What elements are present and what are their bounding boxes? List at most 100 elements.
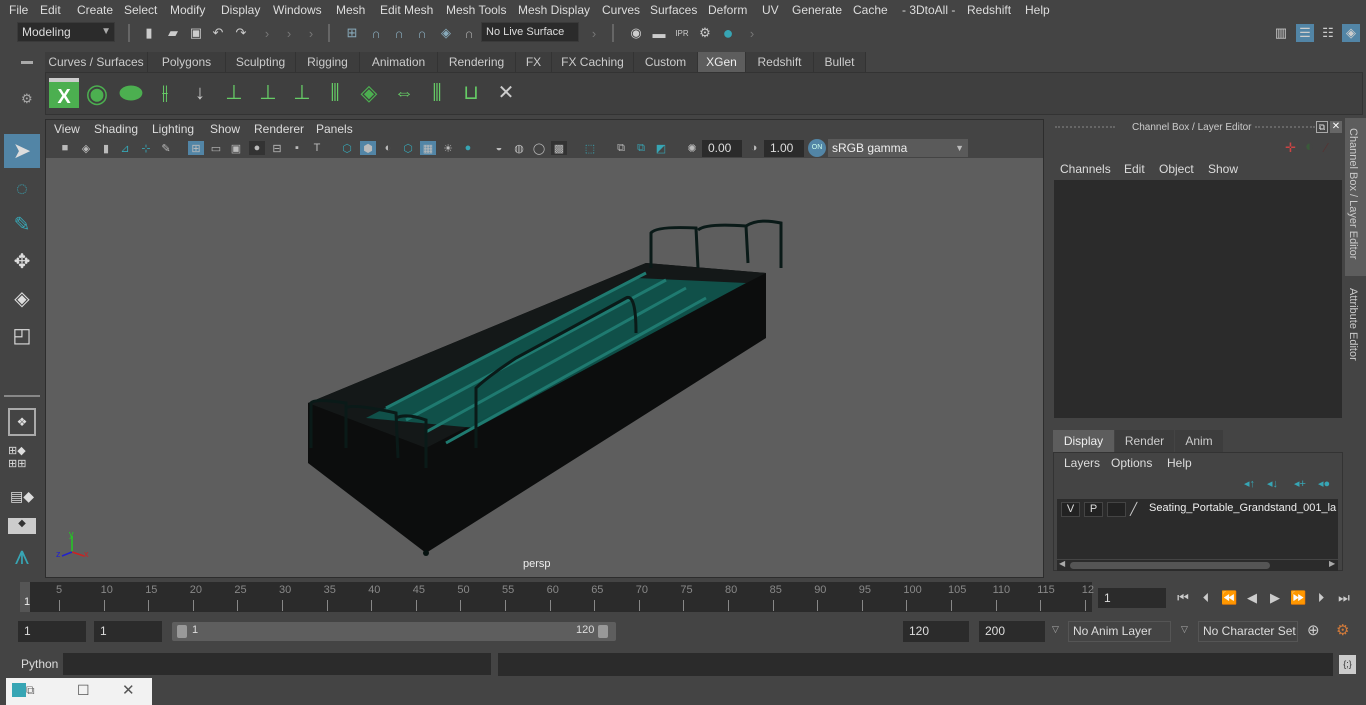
render-view-icon[interactable]: ◉ [627,24,645,42]
menu-file[interactable]: File [9,3,28,17]
density-icon[interactable]: ◈ [354,78,384,108]
snap-to-view-plane-icon[interactable]: ∩ [413,24,431,42]
place-guides-icon[interactable]: ↓ [185,78,215,108]
single-perspective-layout-icon[interactable]: ❖ [8,408,36,436]
exposure-field[interactable]: 0.00 [702,140,742,157]
cb-menu-object[interactable]: Object [1159,162,1194,176]
character-set-dropdown[interactable]: No Character Set [1198,621,1298,642]
channel-box-toggle-icon[interactable]: ◈ [1342,24,1360,42]
image-icon[interactable]: ◩ [653,141,669,155]
camera-icon[interactable]: ■ [57,141,73,155]
cb-menu-show[interactable]: Show [1208,162,1238,176]
make-live-icon[interactable]: ∩ [460,24,478,42]
xray-icon[interactable]: ⬡ [400,141,416,155]
flip-guides-icon[interactable]: ⇔ [389,78,419,108]
cb-menu-edit[interactable]: Edit [1124,162,1145,176]
shelf-tab-polygons[interactable]: Polygons [148,52,226,72]
script-editor-icon[interactable]: {;} [1339,655,1356,674]
shelf-tab-rigging[interactable]: Rigging [296,52,360,72]
command-input[interactable] [63,653,491,675]
wireframe-icon[interactable]: ⬡ [339,141,355,155]
toggle-channels-icon[interactable]: ◐ [1305,138,1314,155]
image-plane-icon[interactable]: ⊿ [117,141,133,155]
shadows-icon[interactable]: ● [460,141,476,155]
play-backward-icon[interactable]: ◀ [1244,590,1260,606]
move-layer-up-icon[interactable]: ◂↑ [1244,477,1255,490]
channel-slider-icon[interactable]: ∕ [1325,140,1327,155]
field-chart-icon[interactable]: ⊟ [269,141,285,155]
animation-start-field[interactable]: 1 [18,621,86,642]
layer-menu-help[interactable]: Help [1167,456,1192,470]
menu-create[interactable]: Create [77,3,113,17]
safe-title-icon[interactable]: T [309,141,325,155]
range-start-handle[interactable] [177,625,187,638]
menu-set-dropdown[interactable]: Modeling ▼ [17,22,115,42]
anim-layer-dropdown-icon[interactable]: ▽ [1052,624,1059,635]
animation-preferences-icon[interactable]: ⚙ [1336,621,1349,639]
layer-menu-options[interactable]: Options [1111,456,1152,470]
xray-joints-icon[interactable]: ⧉ [613,141,629,155]
menu-redshift[interactable]: Redshift [967,3,1011,17]
menu-uv[interactable]: UV [762,3,779,17]
select-guides-icon[interactable]: ⫼ [422,78,452,108]
layer-scrollbar[interactable]: ◀ ▶ [1057,559,1338,571]
open-scene-icon[interactable]: ▰ [164,24,182,42]
shelf-tab-custom[interactable]: Custom [634,52,698,72]
range-end-handle[interactable] [598,625,608,638]
menu-edit[interactable]: Edit [40,3,61,17]
scroll-left-icon[interactable]: ◀ [1059,559,1065,568]
ipr-render-icon[interactable]: IPR [673,24,691,42]
toggle-guides-icon[interactable]: ⊔ [456,78,486,108]
film-gate-icon[interactable]: ▭ [208,141,224,155]
collapse-arrow-icon[interactable]: › [302,24,320,42]
xray-active-icon[interactable]: ⧉ [633,141,649,155]
redo-icon[interactable]: ↷ [232,24,250,42]
menu-cache[interactable]: Cache [853,3,888,17]
rotate-tool-icon[interactable]: ◈ [4,282,40,316]
textured-icon[interactable]: ▦ [420,141,436,155]
3d-viewport[interactable]: y x z persp [46,158,1043,577]
snap-to-grid-icon[interactable]: ⊞ [343,24,361,42]
paint-select-icon[interactable]: ✎ [4,208,40,242]
safe-action-icon[interactable]: ▪ [289,141,305,155]
shelf-tab-animation[interactable]: Animation [360,52,438,72]
shelf-tab-redshift[interactable]: Redshift [746,52,814,72]
menu-display[interactable]: Display [221,3,260,17]
step-back-key-icon[interactable]: ⏪ [1221,590,1237,606]
snap-to-surface-icon[interactable]: ◈ [437,24,455,42]
snap-to-point-icon[interactable]: ∩ [390,24,408,42]
outliner-layout-icon[interactable]: ▤◆ [8,482,36,510]
new-layer-selected-icon[interactable]: ◂● [1318,477,1330,490]
screen-space-ao-icon[interactable]: ◒ [491,141,507,155]
animation-end-field[interactable]: 200 [979,621,1045,642]
modeling-toolkit-icon[interactable]: ▥ [1272,24,1290,42]
shelf-tab-curves-surfaces[interactable]: Curves / Surfaces [45,52,148,72]
menu-mesh-display[interactable]: Mesh Display [518,3,590,17]
snap-to-curve-icon[interactable]: ∩ [367,24,385,42]
color-space-dropdown[interactable]: sRGB gamma ▼ [828,139,968,157]
lights-icon[interactable]: ☀ [440,141,456,155]
render-current-frame-icon[interactable]: ▬ [650,24,668,42]
playback-end-field[interactable]: 120 [903,621,969,642]
collapse-arrow-icon[interactable]: › [743,24,761,42]
shelf-tab-fx-caching[interactable]: FX Caching [552,52,634,72]
menu-edit-mesh[interactable]: Edit Mesh [380,3,433,17]
preview-visible-icon[interactable]: ◉ [82,78,112,108]
save-scene-icon[interactable]: ▣ [187,24,205,42]
grid-icon[interactable]: ⊞ [188,141,204,155]
scrollbar-thumb[interactable] [1070,562,1270,569]
panel-menu-panels[interactable]: Panels [316,122,353,136]
panel-menu-view[interactable]: View [54,122,80,136]
step-back-frame-icon[interactable]: ⏴ [1198,590,1214,606]
menu-curves[interactable]: Curves [602,3,640,17]
grease-pencil-icon[interactable]: ✎ [158,141,174,155]
lasso-select-icon[interactable]: ◌ [4,172,40,206]
collapse-arrow-icon[interactable]: › [585,24,603,42]
menu-mesh[interactable]: Mesh [336,3,365,17]
menu-deform[interactable]: Deform [708,3,747,17]
layer-tab-render[interactable]: Render [1115,430,1174,452]
go-to-end-icon[interactable]: ⏭ [1336,590,1352,606]
render-settings-icon[interactable]: ⚙ [696,24,714,42]
smooth-shade-icon[interactable]: ⬢ [360,141,376,155]
layer-menu-layers[interactable]: Layers [1064,456,1100,470]
